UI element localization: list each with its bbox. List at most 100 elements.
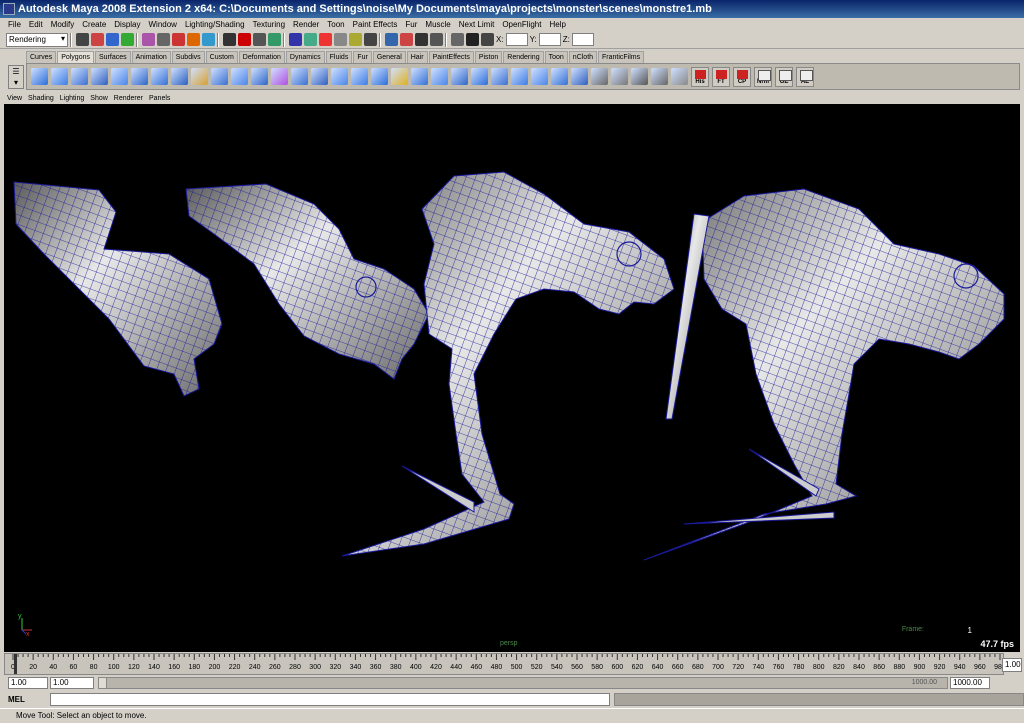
shelf-tab-franticfilms[interactable]: FranticFilms [598,51,645,63]
polygon-tool-icon[interactable] [251,68,268,85]
polygon-tool-icon[interactable] [291,68,308,85]
menu-display[interactable]: Display [110,18,144,31]
shelf-tab-rendering[interactable]: Rendering [503,51,544,63]
monster-mesh-4[interactable] [643,188,1005,561]
polygon-tool-icon[interactable] [331,68,348,85]
polygon-tool-icon[interactable] [211,68,228,85]
status-tool-icon[interactable] [334,32,347,46]
shelf-tab-deformation[interactable]: Deformation [238,51,285,63]
range-slider[interactable]: 1000.00 [98,677,948,689]
polygon-tool-icon[interactable] [551,68,568,85]
status-tool-icon[interactable] [400,32,413,46]
menu-next-limit[interactable]: Next Limit [455,18,499,31]
polygon-tool-icon[interactable] [71,68,88,85]
end-time-field[interactable]: 1000.00 [950,677,990,689]
polygon-tool-icon[interactable] [611,68,628,85]
menu-file[interactable]: File [4,18,25,31]
status-tool-icon[interactable] [289,32,302,46]
polygon-tool-icon[interactable] [231,68,248,85]
shelf-button-cp[interactable]: CP [733,66,751,87]
shelf-tab-general[interactable]: General [372,51,406,63]
polygon-tool-icon[interactable] [651,68,668,85]
status-tool-icon[interactable] [253,32,266,46]
menu-edit[interactable]: Edit [25,18,47,31]
shelf-tab-surfaces[interactable]: Surfaces [94,51,131,63]
z-field[interactable]: Z: [563,33,594,46]
polygon-tool-icon[interactable] [531,68,548,85]
polygon-tool-icon[interactable] [111,68,128,85]
status-tool-icon[interactable] [202,32,215,46]
status-tool-icon[interactable] [76,32,89,46]
polygon-tool-icon[interactable] [271,68,288,85]
status-tool-icon[interactable] [415,32,428,46]
polygon-tool-icon[interactable] [431,68,448,85]
menu-set-dropdown[interactable]: Rendering [6,32,68,47]
polygon-tool-icon[interactable] [131,68,148,85]
panel-menu-renderer[interactable]: Renderer [111,93,146,104]
polygon-tool-icon[interactable] [191,68,208,85]
menu-lighting-shading[interactable]: Lighting/Shading [181,18,249,31]
polygon-tool-icon[interactable] [311,68,328,85]
status-tool-icon[interactable] [238,32,251,46]
y-field[interactable]: Y: [530,33,561,46]
polygon-tool-icon[interactable] [391,68,408,85]
menu-toon[interactable]: Toon [323,18,348,31]
polygon-tool-icon[interactable] [371,68,388,85]
status-tool-icon[interactable] [304,32,317,46]
status-tool-icon[interactable] [466,32,479,46]
menu-fur[interactable]: Fur [401,18,421,31]
polygon-tool-icon[interactable] [91,68,108,85]
status-tool-icon[interactable] [349,32,362,46]
shelf-button-nrm[interactable]: Nrm [754,66,772,87]
shelf-tab-ncloth[interactable]: nCloth [568,51,598,63]
panel-menu-shading[interactable]: Shading [25,93,57,104]
shelf-tab-piston[interactable]: Piston [474,51,503,63]
shelf-button-ge[interactable]: GE [775,66,793,87]
time-slider[interactable]: 0 20 40 60 80 100 120 140 160 180 200 220 240 260 280 3… [4,653,1006,675]
status-tool-icon[interactable] [157,32,170,46]
status-tool-icon[interactable] [172,32,185,46]
shelf-tab-hair[interactable]: Hair [406,51,428,63]
polygon-tool-icon[interactable] [411,68,428,85]
shelf-button-ft[interactable]: FT [712,66,730,87]
status-tool-icon[interactable] [319,32,332,46]
panel-menu-view[interactable]: View [4,93,25,104]
shelf-menu-button[interactable]: ☰ ▾ [8,65,24,89]
x-field[interactable]: X: [496,33,528,46]
menu-muscle[interactable]: Muscle [421,18,454,31]
panel-menu-lighting[interactable]: Lighting [57,93,88,104]
status-tool-icon[interactable] [481,32,494,46]
polygon-tool-icon[interactable] [491,68,508,85]
perspective-viewport[interactable]: y x persp Frame: 1 47.7 fps [4,104,1020,652]
status-tool-icon[interactable] [91,32,104,46]
status-tool-icon[interactable] [430,32,443,46]
polygon-tool-icon[interactable] [351,68,368,85]
range-start-handle[interactable] [99,678,107,688]
shelf-tab-animation[interactable]: Animation [131,51,171,63]
shelf-tab-curves[interactable]: Curves [26,51,57,63]
shelf-tab-fur[interactable]: Fur [353,51,372,63]
status-tool-icon[interactable] [451,32,464,46]
status-tool-icon[interactable] [268,32,281,46]
menu-openflight[interactable]: OpenFlight [498,18,545,31]
status-tool-icon[interactable] [364,32,377,46]
current-frame-field[interactable]: 1.00 [1002,658,1022,672]
menu-window[interactable]: Window [145,18,181,31]
polygon-tool-icon[interactable] [471,68,488,85]
status-tool-icon[interactable] [385,32,398,46]
shelf-tab-custom[interactable]: Custom [205,51,238,63]
shelf-tab-toon[interactable]: Toon [544,51,568,63]
monster-mesh-2[interactable] [185,183,430,380]
polygon-tool-icon[interactable] [671,68,688,85]
polygon-tool-icon[interactable] [451,68,468,85]
menu-paint-effects[interactable]: Paint Effects [349,18,402,31]
shelf-button-his[interactable]: His [691,66,709,87]
shelf-tab-dynamics[interactable]: Dynamics [285,51,325,63]
shelf-tab-subdivs[interactable]: Subdivs [171,51,205,63]
shelf-button-ae[interactable]: AE [796,66,814,87]
status-tool-icon[interactable] [142,32,155,46]
mel-input[interactable] [50,693,610,706]
mel-label[interactable]: MEL [8,695,50,704]
polygon-tool-icon[interactable] [511,68,528,85]
playback-start-field[interactable]: 1.00 [50,677,94,689]
